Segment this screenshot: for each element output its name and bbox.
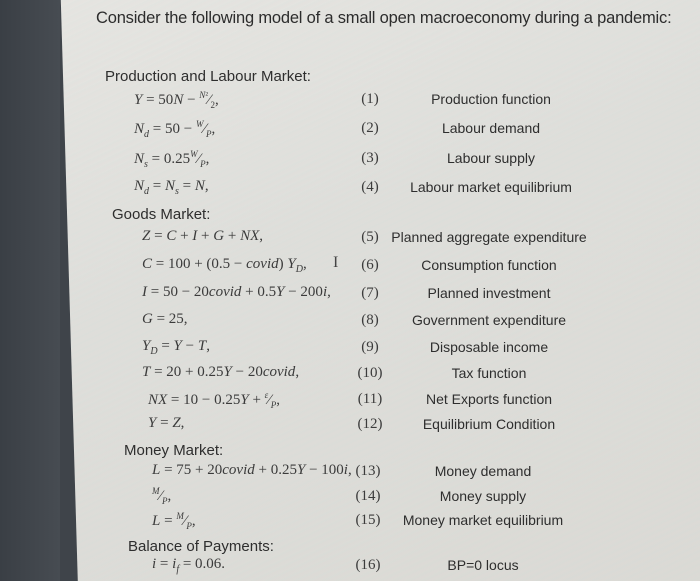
equation-9: YD = Y − T, xyxy=(142,338,210,357)
text-cursor-icon: I xyxy=(333,254,339,271)
intro-text: Consider the following model of a small … xyxy=(96,9,672,27)
equation-5: Z = C + I + G + NX, xyxy=(142,228,263,244)
section-title-money: Money Market: xyxy=(124,442,224,459)
equation-13: L = 75 + 20covid + 0.25Y − 100i, xyxy=(152,462,352,478)
screen-bezel xyxy=(0,0,60,581)
equation-description: BP=0 locus xyxy=(447,557,519,573)
equation-description: Disposable income xyxy=(429,339,549,355)
equation-description: Labour market equilibrium xyxy=(410,179,572,195)
equation-1: Y = 50N − N²⁄2, xyxy=(134,90,219,110)
equation-number: (4) xyxy=(361,179,379,195)
equation-number: (2) xyxy=(361,120,379,136)
equation-description: Planned investment xyxy=(427,285,551,301)
equation-description: Production function xyxy=(431,91,551,107)
equation-14: M⁄P, xyxy=(152,486,172,506)
equation-2: Nd = 50 − W⁄P, xyxy=(134,119,216,140)
equation-11: NX = 10 − 0.25Y + ε⁄P, xyxy=(148,390,280,410)
equation-15: L = M⁄P, xyxy=(152,511,196,531)
equation-description: Equilibrium Condition xyxy=(422,416,556,432)
equation-6: C = 100 + (0.5 − covid) YD, xyxy=(142,256,307,275)
equation-description: Labour demand xyxy=(441,120,541,136)
equation-8: G = 25, xyxy=(142,311,188,327)
equation-description: Money demand xyxy=(434,463,532,479)
equation-description: Net Exports function xyxy=(425,391,553,407)
section-title-bop: Balance of Payments: xyxy=(128,538,274,555)
equation-number: (3) xyxy=(361,150,379,166)
equation-3: Ns = 0.25W⁄P, xyxy=(134,149,210,170)
equation-description: Tax function xyxy=(451,365,527,381)
equation-description: Consumption function xyxy=(421,257,557,273)
equation-description: Money market equilibrium xyxy=(402,512,564,528)
section-title-goods: Goods Market: xyxy=(112,206,211,223)
equation-10: T = 20 + 0.25Y − 20covid, xyxy=(142,364,300,380)
section-title-production: Production and Labour Market: xyxy=(105,68,311,85)
equation-7: I = 50 − 20covid + 0.5Y − 200i, xyxy=(142,284,331,300)
equation-16: i = if = 0.06. xyxy=(152,556,226,575)
equation-number: (1) xyxy=(361,91,379,107)
equation-description: Labour supply xyxy=(447,150,535,166)
equation-description: Government expenditure xyxy=(411,312,567,328)
equation-description: Money supply xyxy=(439,488,527,504)
equation-description: Planned aggregate expenditure xyxy=(391,229,587,245)
equation-12: Y = Z, xyxy=(148,415,185,431)
equation-4: Nd = Ns = N, xyxy=(134,178,209,197)
